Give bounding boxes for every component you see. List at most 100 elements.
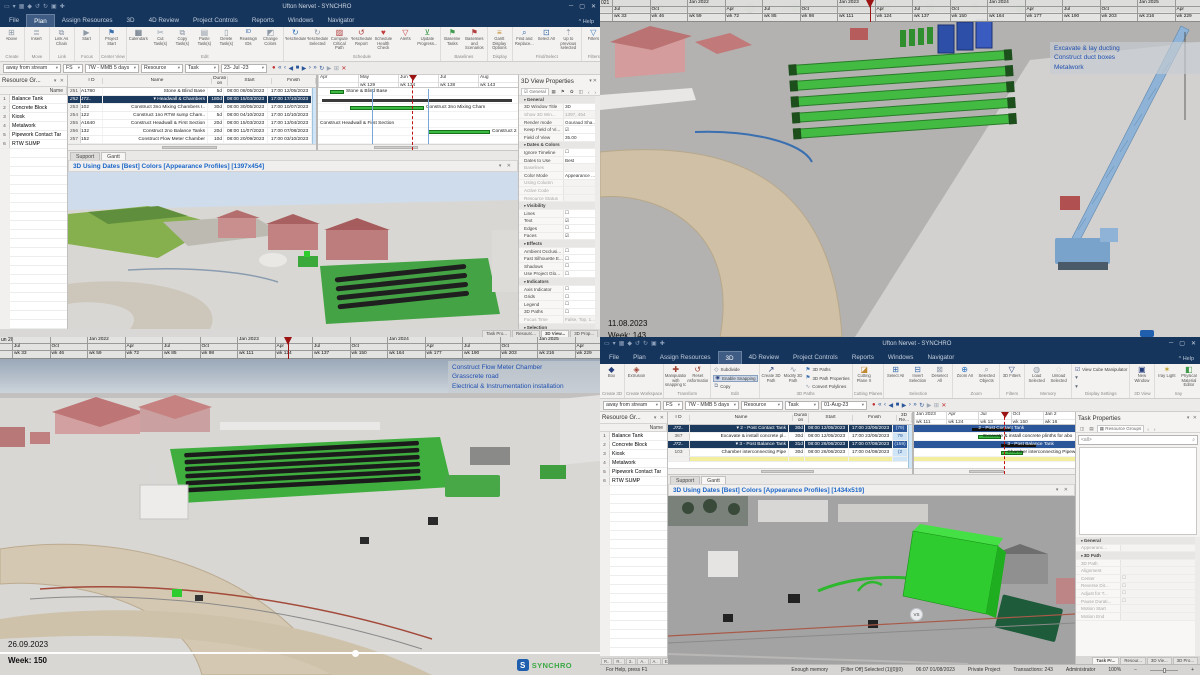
ribbon-button[interactable]: IDReassign IDs bbox=[238, 28, 259, 50]
properties-tab[interactable]: ▤ bbox=[1087, 426, 1095, 432]
menu-tab[interactable]: Reports bbox=[245, 14, 281, 27]
search-input[interactable]: <all>⌕ bbox=[1078, 435, 1198, 445]
ribbon-button[interactable]: ⊡Select All bbox=[536, 28, 557, 50]
ribbon-button[interactable]: ≣Insert bbox=[26, 28, 47, 50]
gantt-row[interactable]: Construct 3no Mixing Cham bbox=[318, 104, 518, 112]
docked-panel-tab[interactable]: A.. bbox=[650, 658, 661, 664]
resource-row[interactable]: 3Kiosk bbox=[0, 113, 67, 122]
playback-icon[interactable]: ‹ bbox=[284, 65, 286, 71]
help-link[interactable]: ^ Help bbox=[579, 19, 598, 27]
gantt-row[interactable]: 3 - Post Balance Tank bbox=[914, 441, 1075, 449]
property-row[interactable]: Appearanc... bbox=[1076, 545, 1195, 553]
gantt-row[interactable] bbox=[914, 457, 1075, 462]
ribbon-button[interactable]: ▾ bbox=[1074, 375, 1128, 383]
properties-tab[interactable]: ⚑ bbox=[559, 89, 567, 95]
menu-tab[interactable]: Plan bbox=[626, 351, 653, 364]
ribbon-button[interactable]: ↗Create 3D Path bbox=[761, 365, 782, 387]
ribbon-button[interactable]: ▨Compute Critical Path bbox=[329, 28, 350, 50]
ribbon-button[interactable]: ◧Physical Material Editor bbox=[1178, 365, 1199, 387]
property-row[interactable]: Effects bbox=[519, 240, 595, 248]
gantt-hscrollbar[interactable] bbox=[318, 144, 518, 150]
gantt-row[interactable]: Chamber interconnecting Pipewo bbox=[914, 449, 1075, 457]
quick-access-icon[interactable]: ✚ bbox=[60, 3, 65, 10]
gantt-row[interactable]: Construct 2 bbox=[318, 128, 518, 136]
property-row[interactable]: General bbox=[519, 96, 595, 104]
quick-access-icon[interactable]: ↺ bbox=[635, 340, 640, 347]
quick-access-icon[interactable]: ↻ bbox=[43, 3, 48, 10]
gantt-bar[interactable] bbox=[330, 90, 344, 95]
filter-dropdown[interactable]: Task▾ bbox=[185, 64, 219, 73]
property-row[interactable]: Baselines bbox=[519, 164, 595, 172]
table-scrollbar[interactable] bbox=[312, 88, 316, 144]
properties-tab[interactable]: › bbox=[1152, 427, 1158, 432]
property-row[interactable]: General bbox=[1076, 537, 1195, 545]
timeline-marker[interactable] bbox=[870, 0, 871, 22]
table-hscrollbar[interactable] bbox=[68, 144, 316, 150]
ribbon-button[interactable]: ↻Reschedule Selected bbox=[307, 28, 328, 50]
filter-dropdown[interactable]: FS▾ bbox=[663, 401, 683, 410]
gantt-row[interactable] bbox=[318, 96, 518, 104]
ribbon-button[interactable]: ◍Load Selected bbox=[1026, 365, 1047, 387]
ribbon-button[interactable]: ▽Alerts bbox=[395, 28, 416, 50]
3d-viewport[interactable] bbox=[68, 172, 518, 329]
video-scrubber[interactable] bbox=[0, 652, 600, 654]
ribbon-button[interactable]: ⚑Project Start bbox=[101, 28, 122, 50]
property-row[interactable]: Resource Status bbox=[519, 195, 595, 203]
docked-panel-tab[interactable]: 3.. bbox=[626, 658, 637, 664]
playback-icon[interactable]: » bbox=[913, 402, 916, 408]
ribbon-button[interactable]: ✶Iray Light bbox=[1156, 365, 1177, 387]
ribbon-button[interactable]: ⊠Deselect All bbox=[929, 365, 950, 387]
filter-dropdown[interactable]: Resource▾ bbox=[141, 64, 183, 73]
property-row[interactable]: Field of View 35.00 bbox=[519, 134, 595, 142]
resource-row[interactable]: 4Metalwork bbox=[0, 122, 67, 131]
table-row[interactable]: 252 J72.. ▾ Headwall & Chambers 180d 08:… bbox=[68, 96, 312, 104]
table-row[interactable]: 253 102 Construct 3no Mixing Chambers I.… bbox=[68, 104, 312, 112]
menu-tab[interactable]: Windows bbox=[881, 351, 921, 364]
playback-icon[interactable]: ● bbox=[272, 65, 276, 71]
ribbon-button[interactable]: ⚑3D Paths bbox=[805, 366, 851, 374]
ribbon-button[interactable]: ↺Reset Transformation(s) bbox=[687, 365, 708, 387]
panel-controls[interactable]: ▾ ✕ bbox=[1056, 487, 1070, 493]
playback-icon[interactable]: ■ bbox=[296, 65, 300, 71]
property-row[interactable]: Keep Field of Vi... ☑ bbox=[519, 126, 595, 134]
table-row[interactable]: 251 A1780 Stone & Blind Base 5d 08:00 08… bbox=[68, 88, 312, 96]
ribbon-button[interactable]: ✚Manipulator with snapping to element bbox=[665, 365, 686, 387]
properties-tab[interactable]: ◫ bbox=[577, 89, 585, 95]
playback-icon[interactable]: ▶ bbox=[927, 402, 932, 409]
menu-tab[interactable]: Windows bbox=[281, 14, 321, 27]
playback-icon[interactable]: ◀ bbox=[888, 402, 893, 409]
view-tab[interactable]: Gantt bbox=[101, 152, 126, 160]
timeline-marker[interactable] bbox=[412, 75, 413, 150]
gantt-row[interactable]: Construct Headwall & First Section bbox=[318, 120, 518, 128]
ribbon-button[interactable]: ∿Convert Polylines bbox=[805, 383, 851, 391]
zoom-in-button[interactable]: + bbox=[1191, 667, 1194, 673]
quick-access-icon[interactable]: ▦ bbox=[19, 3, 25, 10]
property-row[interactable]: Reverse Dir... ☐ bbox=[1076, 583, 1195, 591]
property-row[interactable]: Dates to Use Best bbox=[519, 157, 595, 165]
docked-panel-tab[interactable]: Resourc... bbox=[512, 330, 540, 337]
ribbon-button[interactable]: ◪Cutting Plane X bbox=[854, 365, 875, 387]
filter-dropdown[interactable]: away from stream▾ bbox=[603, 401, 661, 410]
properties-tab[interactable]: ‹ bbox=[586, 90, 592, 95]
ribbon-button[interactable]: ⇡Up to previous selected bbox=[558, 28, 579, 50]
timeline-bar[interactable]: 021 Julwk 33Octwk 46Jan 2022wk 59Aprwk 7… bbox=[600, 0, 1200, 22]
menu-tab[interactable]: Assign Resources bbox=[55, 14, 120, 27]
ribbon-button[interactable]: ▽3D Filters bbox=[1001, 365, 1022, 387]
playback-icon[interactable]: › bbox=[909, 402, 911, 408]
table-row[interactable]: 367 Excavate & install concrete pl.. 30d… bbox=[668, 433, 908, 441]
help-link[interactable]: ^ Help bbox=[1179, 356, 1198, 364]
gantt-hscrollbar[interactable] bbox=[914, 468, 1075, 474]
3d-fullscreen-view-a[interactable]: 021 Julwk 33Octwk 46Jan 2022wk 59Aprwk 7… bbox=[600, 0, 1200, 337]
ribbon-button[interactable]: ∿Modify 3D Path bbox=[783, 365, 804, 387]
properties-tab[interactable]: ‹ bbox=[1145, 427, 1151, 432]
menu-tab[interactable]: File bbox=[2, 14, 26, 27]
ribbon-button[interactable]: ⧉Link As Chain bbox=[51, 28, 72, 50]
table-row[interactable]: 257 152 Construct Flow Meter Chamber 10d… bbox=[68, 136, 312, 144]
property-row[interactable]: Axis Indicator ☐ bbox=[519, 286, 595, 294]
filter-dropdown[interactable]: Task▾ bbox=[785, 401, 819, 410]
playback-icon[interactable]: ✕ bbox=[341, 65, 346, 72]
playback-icon[interactable]: ⊞ bbox=[334, 65, 339, 72]
property-row[interactable]: Show 3D Win... 1397, 454 bbox=[519, 111, 595, 119]
playback-icon[interactable]: ✕ bbox=[941, 402, 946, 409]
filter-dropdown[interactable]: Resource▾ bbox=[741, 401, 783, 410]
